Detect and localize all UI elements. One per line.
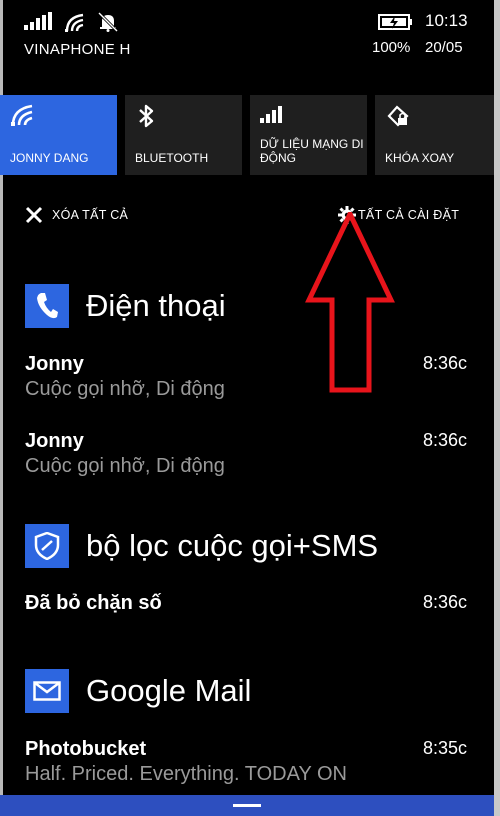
app-name: Điện thoại [86,288,226,323]
notification-text: Cuộc gọi nhỡ, Di động [25,455,225,477]
app-tile [25,284,69,328]
battery-percentage: 100% [372,39,411,56]
quick-action-rotation-lock[interactable]: KHÓA XOAY [375,95,494,175]
notification-text: Half. Priced. Everything. TODAY ON [25,763,347,785]
notification-item[interactable]: Đã bỏ chặn số 8:36c [25,592,467,615]
notification-title: Đã bỏ chặn số [25,592,162,614]
quick-action-bluetooth[interactable]: BLUETOOTH [125,95,242,175]
action-center-handle-bar[interactable] [0,795,494,816]
quick-action-wifi[interactable]: JONNY DANG [0,95,117,175]
app-tile [25,669,69,713]
clear-all-button[interactable]: XÓA TẤT CẢ [25,206,128,224]
signal-strength-icon [24,12,52,30]
notification-title: Jonny [25,430,84,452]
clock: 10:13 [425,11,468,30]
status-bar: VINAPHONE H 10:13 100% 20/05 [22,8,472,58]
quick-action-label: JONNY DANG [10,151,89,165]
phone-icon [37,293,58,319]
notification-item[interactable]: Jonny Cuộc gọi nhỡ, Di động 8:36c [25,353,467,401]
wifi-status-icon [65,13,84,32]
app-name: Google Mail [86,673,252,708]
notification-time: 8:36c [422,353,467,373]
carrier-name: VINAPHONE H [24,41,131,58]
rotation-lock-icon [387,105,409,127]
screen-frame-right [494,0,500,816]
quick-action-label: DỮ LIỆU MẠNG DI ĐỘNG [260,137,364,165]
wifi-icon [11,104,33,126]
notification-time: 8:35c [422,738,467,758]
mail-icon [33,681,61,701]
quick-action-label: BLUETOOTH [135,151,209,165]
app-tile [25,524,69,568]
app-name: bộ lọc cuộc gọi+SMS [86,528,379,563]
quiet-hours-bell-icon [98,12,118,32]
notification-group-call-sms-filter[interactable]: bộ lọc cuộc gọi+SMS [25,524,378,568]
drag-handle[interactable] [233,804,261,807]
battery-charging-icon [378,14,412,30]
notification-item[interactable]: Photobucket Half. Priced. Everything. TO… [25,738,467,786]
quick-actions: JONNY DANG BLUETOOTH DỮ LIỆU MẠNG DI ĐỘN… [0,95,494,175]
notification-title: Photobucket [25,738,147,760]
notification-text: Cuộc gọi nhỡ, Di động [25,378,225,400]
notification-time: 8:36c [422,430,467,450]
quick-action-cellular-data[interactable]: DỮ LIỆU MẠNG DI ĐỘNG [250,95,367,175]
close-icon [25,206,43,224]
clear-all-label: XÓA TẤT CẢ [52,208,129,222]
notification-item[interactable]: Jonny Cuộc gọi nhỡ, Di động 8:36c [25,430,467,478]
shield-icon [34,532,60,560]
date: 20/05 [425,39,463,56]
bluetooth-icon [139,104,154,128]
notification-group-phone[interactable]: Điện thoại [25,284,226,328]
notification-title: Jonny [25,353,84,375]
notification-group-google-mail[interactable]: Google Mail [25,669,251,713]
notification-time: 8:36c [422,592,467,612]
cellular-data-icon [260,106,282,123]
quick-action-label: KHÓA XOAY [385,151,455,165]
